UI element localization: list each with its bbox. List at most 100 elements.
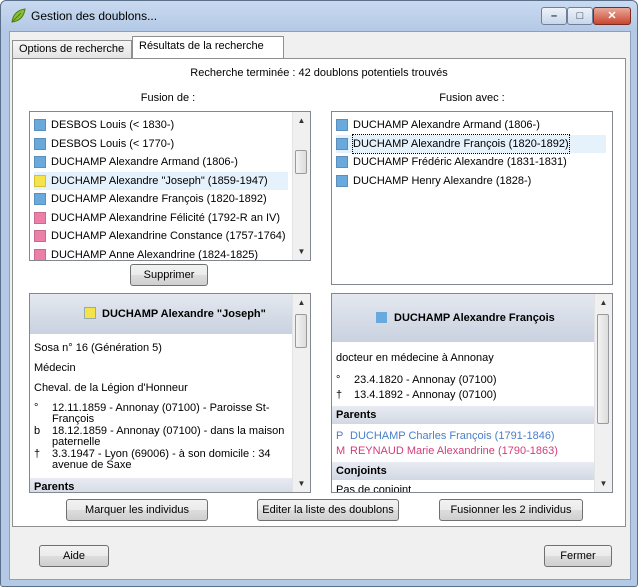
person-color-swatch (376, 312, 387, 323)
list-item[interactable]: DUCHAMP Alexandrine Félicité (1792-R an … (34, 209, 288, 227)
list-item[interactable]: DUCHAMP Alexandre Armand (1806-) (34, 153, 288, 171)
close-button[interactable]: Fermer (544, 545, 612, 567)
gender-swatch (34, 193, 46, 205)
event-symbol: ° (34, 402, 39, 414)
list-item[interactable]: DUCHAMP Alexandre François (1820-1892) (336, 133, 606, 154)
parent-link[interactable]: REYNAUD Marie Alexandrine (1790-1863) (350, 445, 558, 457)
list-item[interactable]: DUCHAMP Alexandre Armand (1806-) (336, 116, 606, 134)
list-item-label: DUCHAMP Alexandre François (1820-1892) (51, 193, 267, 205)
close-window-button[interactable]: ✕ (593, 7, 631, 25)
right-detail-header: DUCHAMP Alexandre François (332, 294, 595, 342)
gender-swatch (34, 211, 46, 224)
left-detail-header: DUCHAMP Alexandre "Joseph" (30, 294, 293, 334)
gender-swatch (34, 156, 46, 168)
scroll-down-icon[interactable]: ▼ (293, 243, 310, 260)
leaf-icon (11, 8, 26, 23)
list-item-label: DUCHAMP Alexandre Armand (1806-) (51, 156, 238, 168)
parent-role: P (336, 430, 344, 442)
gender-swatch (336, 156, 348, 168)
parent-link[interactable]: DUCHAMP Charles François (1791-1846) (350, 430, 555, 442)
gender-swatch (34, 230, 46, 242)
event-symbol: ° (336, 374, 341, 386)
dialog-client: Options de recherche Résultats de la rec… (9, 31, 631, 580)
list-item[interactable]: DUCHAMP Frédéric Alexandre (1831-1831) (336, 153, 606, 171)
merge-from-label: Fusion de : (140, 92, 196, 104)
left-sosa: Sosa n° 16 (Génération 5) (34, 342, 162, 354)
list-item[interactable]: DESBOS Louis (< 1770-) (34, 135, 288, 153)
event-text: paternelle (52, 436, 101, 448)
merge-with-list[interactable]: DUCHAMP Alexandre Armand (1806-) DUCHAMP … (331, 111, 613, 285)
list-item-label: DESBOS Louis (< 1770-) (51, 137, 175, 150)
list-item-label: DUCHAMP Alexandre Armand (1806-) (353, 119, 540, 131)
status-text: Recherche terminée : 42 doublons potenti… (190, 67, 448, 79)
minimize-button[interactable]: – (541, 7, 567, 25)
gender-swatch (34, 174, 46, 187)
list-item[interactable]: DUCHAMP Henry Alexandre (1828-) (336, 172, 606, 190)
person-color-swatch (84, 307, 96, 319)
scroll-up-icon[interactable]: ▲ (293, 112, 310, 129)
no-spouse-text: Pas de conjoint (336, 484, 412, 493)
event-symbol: † (34, 448, 41, 460)
event-text: François (52, 413, 95, 425)
left-detail-panel: DUCHAMP Alexandre "Joseph" Sosa n° 16 (G… (29, 293, 311, 493)
tab-search-results[interactable]: Résultats de la recherche (132, 36, 284, 59)
right-detail-panel: DUCHAMP Alexandre François docteur en mé… (331, 293, 613, 493)
results-panel: Recherche terminée : 42 doublons potenti… (12, 58, 626, 527)
gender-swatch (336, 119, 348, 131)
mark-individuals-button[interactable]: Marquer les individus (66, 499, 208, 521)
left-honor: Cheval. de la Légion d'Honneur (34, 382, 188, 394)
minimize-icon: – (550, 10, 558, 22)
merge-individuals-button[interactable]: Fusionner les 2 individus (439, 499, 583, 521)
window-title: Gestion des doublons... (31, 9, 158, 23)
gender-swatch (34, 119, 46, 131)
maximize-icon: □ (576, 10, 584, 22)
right-occupation: docteur en médecine à Annonay (336, 352, 494, 364)
tab-search-options[interactable]: Options de recherche (12, 40, 132, 58)
scroll-up-icon[interactable]: ▲ (293, 294, 310, 311)
scroll-thumb[interactable] (597, 314, 609, 424)
list-item-label: DUCHAMP Frédéric Alexandre (1831-1831) (353, 156, 567, 168)
gender-swatch (336, 174, 348, 187)
delete-button[interactable]: Supprimer (130, 264, 208, 286)
list-item-label: DUCHAMP Alexandre "Joseph" (1859-1947) (51, 174, 268, 187)
left-section-parents: Parents (30, 478, 293, 492)
gender-swatch (34, 137, 46, 150)
maximize-button[interactable]: □ (567, 7, 593, 25)
left-occupation: Médecin (34, 362, 76, 374)
merge-with-label: Fusion avec : (439, 92, 505, 104)
parent-role: M (336, 445, 346, 457)
list-item-label: DUCHAMP Alexandrine Constance (1757-1764… (51, 230, 286, 242)
list-item[interactable]: DUCHAMP Alexandre François (1820-1892) (34, 190, 288, 208)
scroll-down-icon[interactable]: ▼ (595, 475, 612, 492)
list-item[interactable]: DUCHAMP Alexandre "Joseph" (1859-1947) (34, 171, 288, 190)
scroll-down-icon[interactable]: ▼ (293, 475, 310, 492)
edit-duplicates-list-button[interactable]: Editer la liste des doublons (257, 499, 399, 521)
close-icon: ✕ (607, 10, 617, 22)
right-person-name: DUCHAMP Alexandre François (394, 312, 555, 324)
scroll-thumb[interactable] (295, 150, 307, 174)
event-text: avenue de Saxe (52, 459, 132, 471)
event-text: 23.4.1820 - Annonay (07100) (354, 374, 497, 386)
event-text: 13.4.1892 - Annonay (07100) (354, 389, 497, 401)
help-button[interactable]: Aide (39, 545, 109, 567)
gender-swatch (34, 248, 46, 260)
merge-from-list[interactable]: DESBOS Louis (< 1830-) DESBOS Louis (< 17… (29, 111, 311, 261)
right-section-parents: Parents (332, 406, 595, 424)
title-bar[interactable]: Gestion des doublons... – □ ✕ (1, 1, 637, 31)
list-item[interactable]: DESBOS Louis (< 1830-) (34, 116, 288, 134)
list-item-label: DUCHAMP Anne Alexandrine (1824-1825) (51, 248, 259, 261)
right-section-spouses: Conjoints (332, 462, 595, 480)
event-symbol: b (34, 425, 41, 437)
left-person-name: DUCHAMP Alexandre "Joseph" (102, 308, 266, 320)
left-detail-scrollbar[interactable]: ▲ ▼ (292, 294, 310, 492)
list-item-label: DUCHAMP Alexandrine Félicité (1792-R an … (51, 211, 281, 224)
list-item[interactable]: DUCHAMP Anne Alexandrine (1824-1825) (34, 246, 288, 261)
merge-from-scrollbar[interactable]: ▲ ▼ (292, 112, 310, 260)
scroll-thumb[interactable] (295, 314, 307, 348)
list-item[interactable]: DUCHAMP Alexandrine Constance (1757-1764… (34, 227, 288, 245)
window: Gestion des doublons... – □ ✕ Options de… (0, 0, 638, 587)
right-detail-scrollbar[interactable]: ▲ ▼ (594, 294, 612, 492)
list-item-label: DESBOS Louis (< 1830-) (51, 119, 175, 131)
scroll-up-icon[interactable]: ▲ (595, 294, 612, 311)
list-item-label: DUCHAMP Alexandre François (1820-1892) (352, 133, 570, 154)
